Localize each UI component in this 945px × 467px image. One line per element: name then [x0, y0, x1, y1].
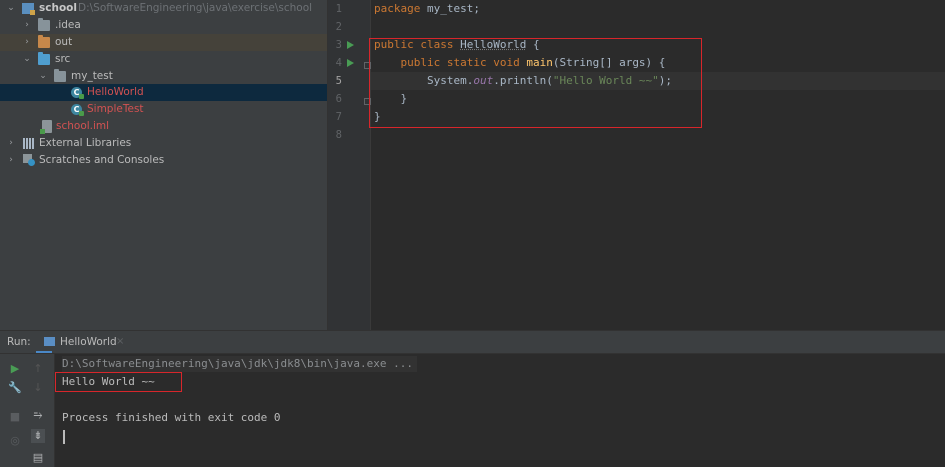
run-main-icon[interactable] [347, 59, 354, 67]
project-tree-panel: ⌄ school D:\SoftwareEngineering\java\exe… [0, 0, 328, 330]
tree-row-idea[interactable]: › .idea [0, 17, 327, 34]
project-name: school [39, 2, 77, 14]
folder-label-src: src [55, 53, 71, 65]
down-arrow-icon[interactable]: ↓ [31, 381, 45, 395]
line-number: 8 [335, 129, 342, 141]
code-line-1[interactable]: package my_test; [374, 0, 480, 18]
scroll-to-end-icon[interactable]: ⇟ [31, 429, 45, 443]
scratches-icon [23, 154, 35, 166]
run-tab-helloworld[interactable]: HelloWorld × [36, 331, 124, 353]
run-tool-window: Run: HelloWorld × ▶ ↑ 🔧 ↓ ■ ⥱ ◎ ⇟ ▤ D:\S… [0, 330, 945, 467]
line-number: 5 [335, 75, 342, 87]
code-keyword: package [374, 2, 421, 15]
tree-row-src[interactable]: ⌄ src [0, 51, 327, 68]
folder-label-out: out [55, 36, 73, 48]
chevron-down-icon[interactable]: ⌄ [6, 0, 16, 17]
tree-row-helloworld[interactable]: C HelloWorld [0, 84, 327, 101]
line-number: 6 [335, 93, 342, 105]
class-label-helloworld: HelloWorld [87, 86, 144, 98]
file-label-iml: school.iml [56, 120, 110, 132]
run-label: Run: [7, 336, 31, 348]
scratches-label: Scratches and Consoles [39, 154, 165, 166]
excluded-folder-icon [38, 35, 50, 48]
console-exit-line: Process finished with exit code 0 [62, 411, 281, 424]
line-number: 7 [335, 111, 342, 123]
wrench-icon[interactable]: 🔧 [8, 381, 22, 395]
camera-icon[interactable]: ◎ [8, 434, 22, 448]
run-toolbar: ▶ ↑ 🔧 ↓ ■ ⥱ ◎ ⇟ ▤ [0, 354, 55, 467]
package-label: my_test [71, 70, 113, 82]
iml-file-icon [40, 120, 52, 134]
tree-row-scratches[interactable]: › Scratches and Consoles [0, 152, 327, 169]
chevron-right-icon[interactable]: › [22, 17, 32, 34]
run-class-icon[interactable] [347, 41, 354, 49]
chevron-right-icon[interactable]: › [6, 135, 16, 152]
run-header: Run: HelloWorld × [0, 331, 945, 354]
tree-row-external-libraries[interactable]: › External Libraries [0, 135, 327, 152]
module-icon [22, 3, 35, 15]
java-class-icon: C [71, 104, 84, 116]
line-number: 4 [335, 57, 342, 69]
tree-row-my-test[interactable]: ⌄ my_test [0, 68, 327, 85]
class-label-simpletest: SimpleTest [87, 103, 144, 115]
folder-icon [38, 18, 50, 31]
tree-row-school[interactable]: ⌄ school D:\SoftwareEngineering\java\exe… [0, 0, 327, 17]
line-number: 1 [335, 3, 342, 15]
folder-label-idea: .idea [55, 19, 81, 31]
text-caret [63, 430, 65, 444]
project-path: D:\SoftwareEngineering\java\exercise\sch… [78, 2, 313, 14]
package-icon [54, 69, 66, 82]
chevron-right-icon[interactable]: › [22, 34, 32, 51]
close-icon[interactable]: × [116, 331, 124, 353]
library-icon [23, 138, 35, 149]
source-folder-icon [38, 52, 50, 65]
up-arrow-icon[interactable]: ↑ [31, 362, 45, 376]
code-text: my_test; [420, 2, 480, 15]
print-icon[interactable]: ▤ [31, 451, 45, 465]
console-output[interactable]: D:\SoftwareEngineering\java\jdk\jdk8\bin… [55, 354, 945, 467]
editor-gutter: 1 2 3 4 5 6 7 8 [328, 0, 371, 330]
code-annotation-box [369, 38, 702, 128]
tree-row-simpletest[interactable]: C SimpleTest [0, 101, 327, 118]
tree-row-out[interactable]: › out [0, 34, 327, 51]
line-number: 3 [335, 39, 342, 51]
stop-icon[interactable]: ■ [8, 410, 22, 424]
chevron-down-icon[interactable]: ⌄ [38, 68, 48, 85]
console-command-line: D:\SoftwareEngineering\java\jdk\jdk8\bin… [62, 356, 417, 372]
tree-row-school-iml[interactable]: school.iml [0, 118, 327, 135]
line-number: 2 [335, 21, 342, 33]
run-tab-label: HelloWorld [60, 336, 117, 348]
run-config-icon [44, 337, 55, 346]
chevron-down-icon[interactable]: ⌄ [22, 51, 32, 68]
java-class-icon: C [71, 87, 84, 99]
chevron-right-icon[interactable]: › [6, 152, 16, 169]
soft-wrap-icon[interactable]: ⥱ [31, 408, 45, 422]
output-annotation-box [55, 372, 182, 392]
code-editor[interactable]: 1 2 3 4 5 6 7 8 package my_test; public … [328, 0, 945, 330]
rerun-icon[interactable]: ▶ [8, 362, 22, 376]
external-libraries-label: External Libraries [39, 137, 132, 149]
